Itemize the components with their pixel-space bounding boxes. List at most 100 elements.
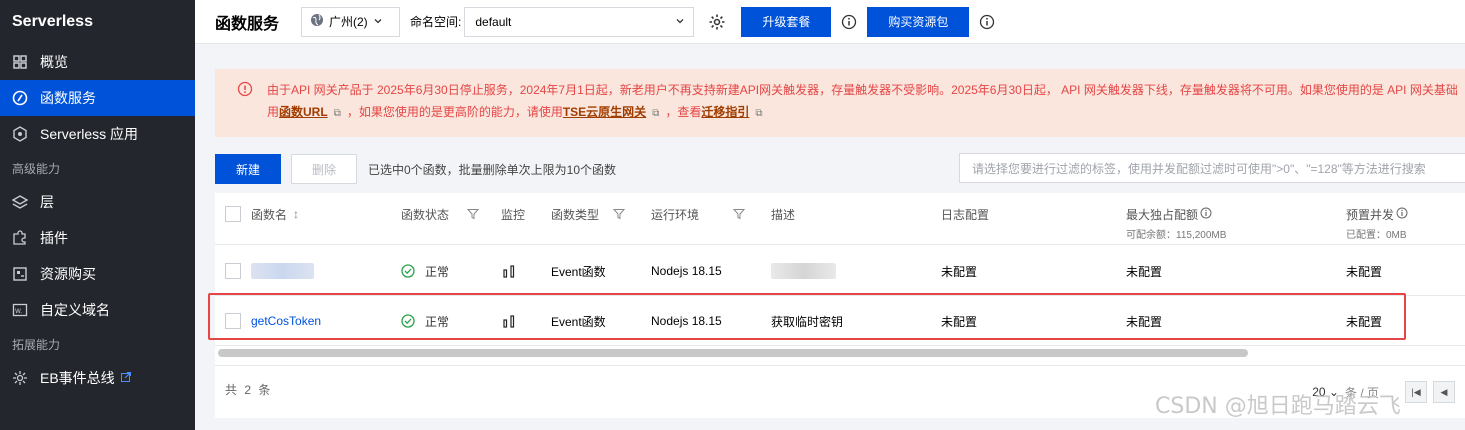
sidebar-item-label: EB事件总线 bbox=[40, 370, 115, 386]
eventbus-icon bbox=[12, 370, 28, 386]
check-circle-icon bbox=[401, 314, 415, 328]
prev-page-button[interactable]: ◀ bbox=[1433, 381, 1455, 403]
sidebar-item-label: 自定义域名 bbox=[40, 302, 110, 318]
column-header-status: 函数状态 bbox=[401, 193, 480, 235]
sidebar-item-label: 层 bbox=[40, 194, 54, 210]
redacted-description bbox=[771, 263, 836, 279]
region-selector[interactable]: 广州(2) bbox=[301, 6, 401, 37]
external-link-icon: ⧉ bbox=[755, 108, 763, 119]
status-cell: 正常 bbox=[401, 246, 449, 296]
table-header: 函数名 ↕ 函数状态 监控 函数类型 运行环境 描述 日志配置 最大独占配额 可配… bbox=[215, 193, 1465, 245]
filter-icon[interactable] bbox=[612, 208, 626, 220]
delete-button[interactable]: 删除 bbox=[291, 154, 357, 184]
header-text: 函数类型 bbox=[551, 207, 600, 222]
row-checkbox[interactable] bbox=[225, 296, 241, 346]
table-row: getCosToken 正常 Event函数 Nodejs 18.15 获取临时… bbox=[215, 296, 1465, 346]
select-all-checkbox[interactable] bbox=[225, 193, 241, 235]
page-title: 函数服务 bbox=[215, 15, 280, 33]
function-url-link[interactable]: 函数URL bbox=[279, 105, 328, 119]
info-icon[interactable] bbox=[979, 14, 995, 30]
sidebar-item-custom-domain[interactable]: W. 自定义域名 bbox=[0, 292, 195, 328]
function-icon bbox=[12, 90, 28, 106]
tse-gateway-link[interactable]: TSE云原生网关 bbox=[563, 105, 646, 119]
puzzle-icon bbox=[12, 230, 28, 246]
notice-text: ，查看 bbox=[665, 105, 702, 119]
sidebar-item-label: 插件 bbox=[40, 230, 68, 246]
sidebar-item-overview[interactable]: 概览 bbox=[0, 44, 195, 80]
sidebar-item-functions[interactable]: 函数服务 bbox=[0, 80, 195, 116]
functions-table: 函数名 ↕ 函数状态 监控 函数类型 运行环境 描述 日志配置 最大独占配额 可配… bbox=[215, 193, 1465, 418]
sort-icon[interactable]: ↕ bbox=[293, 207, 299, 221]
function-name-link[interactable] bbox=[251, 246, 314, 296]
header-text: 最大独占配额 bbox=[1126, 207, 1199, 222]
filter-icon[interactable] bbox=[732, 208, 746, 220]
brand-title: Serverless bbox=[12, 13, 93, 30]
quota-cell: 未配置 bbox=[1126, 264, 1163, 279]
horizontal-scrollbar[interactable] bbox=[218, 349, 1248, 357]
monitor-chart-icon[interactable] bbox=[502, 296, 516, 346]
globe-icon bbox=[310, 13, 324, 30]
filter-icon[interactable] bbox=[466, 208, 480, 220]
top-header: 函数服务 广州(2) 命名空间: default 升级套餐 购买资源包 bbox=[195, 0, 1465, 44]
new-function-button[interactable]: 新建 bbox=[215, 154, 281, 184]
sidebar-group-advanced: 高级能力 bbox=[12, 161, 61, 176]
sidebar-item-serverless-app[interactable]: Serverless 应用 bbox=[0, 116, 195, 152]
info-icon[interactable] bbox=[1396, 207, 1408, 222]
sidebar-item-purchase[interactable]: 资源购买 bbox=[0, 256, 195, 292]
external-link-icon: ⧉ bbox=[652, 108, 660, 119]
warning-icon bbox=[237, 81, 253, 97]
selection-info: 已选中0个函数，批量删除单次上限为10个函数 bbox=[368, 162, 617, 177]
namespace-select[interactable]: default bbox=[464, 6, 695, 37]
first-page-button[interactable]: |◀ bbox=[1405, 381, 1427, 403]
header-text: 函数状态 bbox=[401, 207, 450, 222]
buy-resource-pack-button[interactable]: 购买资源包 bbox=[867, 6, 970, 37]
log-cell: 未配置 bbox=[941, 314, 978, 329]
desc-cell bbox=[771, 246, 836, 296]
status-text: 正常 bbox=[425, 264, 450, 279]
sidebar-group-extend: 拓展能力 bbox=[12, 337, 61, 352]
api-gateway-notice: 由于API 网关产品于 2025年6月30日停止服务，2024年7月1日起，新老… bbox=[215, 69, 1465, 137]
main-content: 由于API 网关产品于 2025年6月30日停止服务，2024年7月1日起，新老… bbox=[195, 45, 1465, 430]
column-header-desc: 描述 bbox=[771, 207, 796, 222]
notice-text: ，如果您使用的是更高阶的能力，请使用 bbox=[346, 105, 563, 119]
resource-icon bbox=[12, 266, 28, 282]
runtime-cell: Nodejs 18.15 bbox=[651, 314, 722, 328]
header-text: 预置并发 bbox=[1346, 207, 1395, 222]
namespace-label: 命名空间: bbox=[410, 15, 462, 29]
grid-icon bbox=[12, 54, 28, 70]
sidebar-item-plugin[interactable]: 插件 bbox=[0, 220, 195, 256]
table-toolbar: 新建 删除 已选中0个函数，批量删除单次上限为10个函数 请选择您要进行过滤的标… bbox=[215, 153, 1465, 185]
app-icon bbox=[12, 126, 28, 142]
notice-line-2: 用函数URL ⧉ ，如果您使用的是更高阶的能力，请使用TSE云原生网关 ⧉ ，查看迁移指… bbox=[267, 101, 1465, 125]
function-name-link[interactable]: getCosToken bbox=[251, 296, 321, 346]
provisioned-configured: 已配置：0MB bbox=[1346, 230, 1407, 241]
status-text: 正常 bbox=[425, 314, 450, 329]
column-header-log: 日志配置 bbox=[941, 207, 990, 222]
upgrade-plan-button[interactable]: 升级套餐 bbox=[741, 6, 832, 37]
column-header-type: 函数类型 bbox=[551, 193, 626, 235]
type-cell: Event函数 bbox=[551, 314, 606, 329]
log-cell: 未配置 bbox=[941, 264, 978, 279]
info-icon[interactable] bbox=[1200, 207, 1212, 222]
row-checkbox[interactable] bbox=[225, 246, 241, 296]
layers-icon bbox=[12, 194, 28, 210]
migration-guide-link[interactable]: 迁移指引 bbox=[701, 105, 749, 119]
sidebar-item-eventbridge[interactable]: EB事件总线 bbox=[0, 360, 195, 396]
header-text: 函数名 bbox=[251, 207, 288, 222]
sidebar-item-layer[interactable]: 层 bbox=[0, 184, 195, 220]
table-row: 正常 Event函数 Nodejs 18.15 未配置 未配置 未配置 bbox=[215, 246, 1465, 296]
check-circle-icon bbox=[401, 264, 415, 278]
redacted-function-name bbox=[251, 263, 314, 279]
notice-line-1: 由于API 网关产品于 2025年6月30日停止服务，2024年7月1日起，新老… bbox=[267, 83, 1458, 97]
monitor-chart-icon[interactable] bbox=[502, 246, 516, 296]
column-header-name[interactable]: 函数名 ↕ bbox=[251, 193, 299, 235]
desc-cell: 获取临时密钥 bbox=[771, 314, 844, 329]
namespace-value: default bbox=[475, 14, 512, 29]
chevron-down-icon bbox=[373, 15, 383, 29]
svg-text:W.: W. bbox=[15, 308, 22, 315]
info-icon[interactable] bbox=[841, 14, 857, 30]
gear-icon[interactable] bbox=[708, 13, 726, 31]
tag-filter-input[interactable]: 请选择您要进行过滤的标签，使用并发配额过滤时可使用">0"、"=128"等方法进… bbox=[959, 153, 1465, 183]
header-text: 运行环境 bbox=[651, 207, 700, 222]
region-value: 广州(2) bbox=[329, 15, 368, 29]
